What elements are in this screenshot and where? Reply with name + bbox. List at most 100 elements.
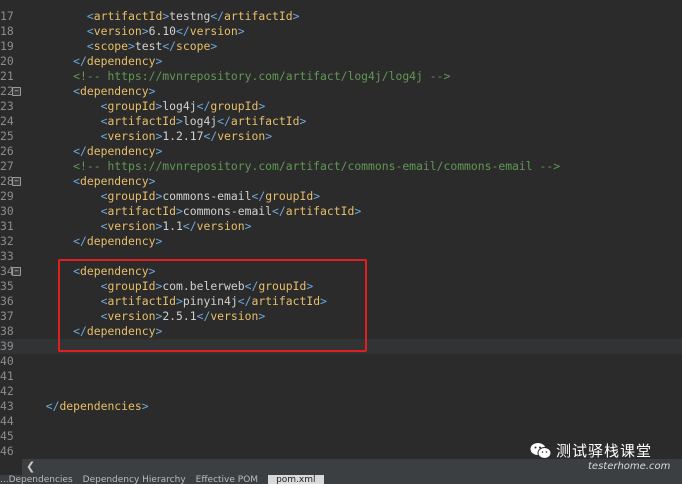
code-text: </dependencies> — [32, 399, 149, 414]
code-text: </dependency> — [32, 234, 162, 249]
code-token: version — [217, 129, 266, 143]
highlight-box — [58, 259, 367, 352]
code-token: < — [73, 84, 81, 98]
line-number: 29 — [0, 189, 14, 203]
code-text: <!-- https://mvnrepository.com/artifact/… — [32, 159, 560, 174]
code-text: <groupId>commons-email</groupId> — [32, 189, 320, 204]
code-token: </ — [182, 219, 197, 233]
scroll-left-icon[interactable]: ❮ — [26, 460, 35, 473]
code-text: <dependency> — [32, 84, 155, 99]
code-line[interactable]: 32 </dependency> — [0, 234, 682, 249]
code-token: dependency — [80, 84, 149, 98]
code-line[interactable]: 41 — [0, 369, 682, 384]
code-token: > — [299, 114, 307, 128]
code-text: <scope>test</scope> — [32, 39, 217, 54]
line-number: 41 — [0, 369, 14, 383]
line-number: 39 — [0, 339, 14, 353]
code-text: <version>1.1</version> — [32, 219, 252, 234]
code-line[interactable]: 31 <version>1.1</version> — [0, 219, 682, 234]
code-text: <!-- https://mvnrepository.com/artifact/… — [32, 69, 450, 84]
code-token: version — [107, 129, 156, 143]
line-number: 36 — [0, 294, 14, 308]
code-token: 1.2.17 — [162, 129, 204, 143]
editor-tab[interactable]: Effective POM — [196, 475, 258, 484]
editor-tab[interactable]: pom.xml — [268, 475, 324, 484]
code-line[interactable]: 42 — [0, 384, 682, 399]
code-token: < — [86, 9, 94, 23]
code-token: > — [141, 24, 149, 38]
code-text: <artifactId>commons-email</artifactId> — [32, 204, 362, 219]
editor-tab[interactable]: ...Dependencies — [0, 475, 73, 484]
fold-collapse-icon[interactable]: − — [12, 267, 21, 276]
code-token: > — [148, 84, 156, 98]
code-line[interactable]: 23 <groupId>log4j</groupId> — [0, 99, 682, 114]
code-token: dependency — [80, 174, 149, 188]
code-token: < — [86, 24, 94, 38]
code-token: dependency — [86, 54, 156, 68]
code-line[interactable]: 44 — [0, 414, 682, 429]
code-line[interactable]: 29 <groupId>commons-email</groupId> — [0, 189, 682, 204]
line-number: 33 — [0, 249, 14, 263]
watermark: 测试驿栈课堂 testerhome.com — [528, 438, 678, 478]
code-line[interactable]: 28− <dependency> — [0, 174, 682, 189]
code-line[interactable]: 18 <version>6.10</version> — [0, 24, 682, 39]
code-token: artifactId — [107, 114, 177, 128]
code-token: test — [134, 39, 163, 53]
code-text: <groupId>log4j</groupId> — [32, 99, 266, 114]
code-token: scope — [93, 39, 129, 53]
line-number: 35 — [0, 279, 14, 293]
code-token: artifactId — [285, 204, 355, 218]
line-number: 37 — [0, 309, 14, 323]
line-number: 44 — [0, 414, 14, 428]
code-line[interactable]: 40 — [0, 354, 682, 369]
fold-collapse-icon[interactable]: − — [12, 177, 21, 186]
code-editor[interactable]: 17 <artifactId>testng</artifactId> 18 <ve… — [0, 0, 682, 458]
code-line[interactable]: 20 </dependency> — [0, 54, 682, 69]
code-token: </ — [73, 234, 87, 248]
code-line[interactable]: 26 </dependency> — [0, 144, 682, 159]
code-token: groupId — [107, 99, 156, 113]
line-number: 31 — [0, 219, 14, 233]
line-number: 30 — [0, 204, 14, 218]
code-token: </ — [217, 114, 231, 128]
editor-tab[interactable]: Dependency Hierarchy — [83, 475, 186, 484]
code-line[interactable]: 43 </dependencies> — [0, 399, 682, 414]
line-number: 20 — [0, 54, 14, 68]
code-token: > — [155, 144, 163, 158]
fold-collapse-icon[interactable]: − — [12, 87, 21, 96]
code-line[interactable]: 21 <!-- https://mvnrepository.com/artifa… — [0, 69, 682, 84]
code-line[interactable]: 22− <dependency> — [0, 84, 682, 99]
code-token: > — [141, 399, 149, 413]
code-text: </dependency> — [32, 54, 162, 69]
code-token: > — [237, 24, 245, 38]
code-line[interactable]: 25 <version>1.2.17</version> — [0, 129, 682, 144]
code-token: dependency — [86, 234, 156, 248]
line-number: 21 — [0, 69, 14, 83]
code-line[interactable]: 17 <artifactId>testng</artifactId> — [0, 9, 682, 24]
line-number: 40 — [0, 354, 14, 368]
code-token: </ — [162, 39, 177, 53]
code-text: <version>1.2.17</version> — [32, 129, 272, 144]
code-token: version — [107, 219, 156, 233]
code-token: </ — [176, 24, 190, 38]
code-text: <artifactId>testng</artifactId> — [32, 9, 300, 24]
line-number: 18 — [0, 24, 14, 38]
line-number: 27 — [0, 159, 14, 173]
code-token: groupId — [107, 189, 156, 203]
line-number: 24 — [0, 114, 14, 128]
code-line[interactable]: 19 <scope>test</scope> — [0, 39, 682, 54]
code-line[interactable]: 30 <artifactId>commons-email</artifactId… — [0, 204, 682, 219]
code-line[interactable]: 24 <artifactId>log4j</artifactId> — [0, 114, 682, 129]
code-line[interactable]: 27 <!-- https://mvnrepository.com/artifa… — [0, 159, 682, 174]
code-token: artifactId — [230, 114, 300, 128]
wechat-logo-icon — [530, 443, 552, 459]
code-token: > — [258, 99, 266, 113]
line-number: 43 — [0, 399, 14, 413]
